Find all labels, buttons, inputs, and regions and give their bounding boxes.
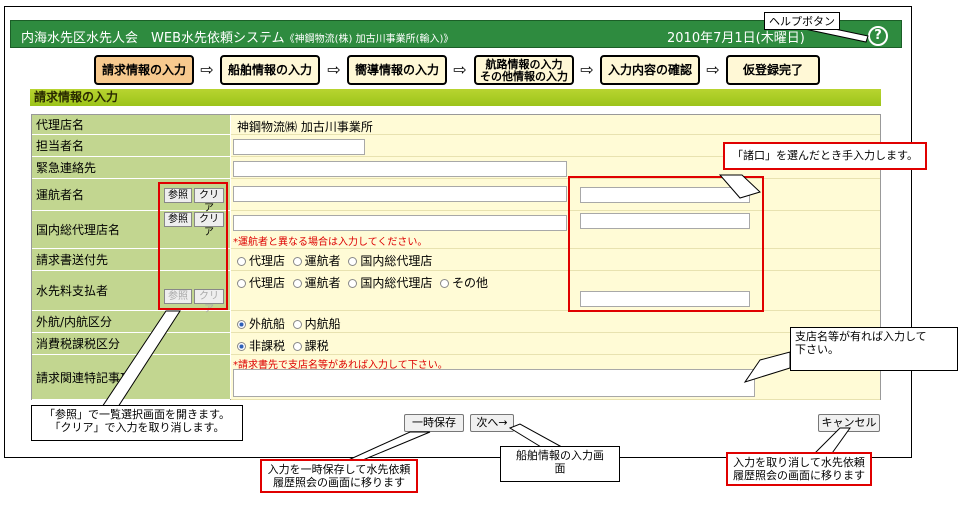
save-draft-button[interactable]: 一時保存 [404,414,464,432]
ref-clear-callout: 「参照」で一覧選択画面を開きます。 「クリア」で入力を取り消します。 [31,405,243,441]
arrow-right-icon: ⇨ [706,60,720,79]
step-complete: 仮登録完了 [726,55,820,85]
payer-radio-operator[interactable] [292,279,302,288]
row-remarks: 請求関連特記事項 *請求書先で支店名等があれば入力して下さい。 [32,355,880,400]
row-tax: 消費税課税区分 非課税 課税 [32,333,880,355]
contact-label: 緊急連絡先 [32,157,230,179]
row-route-type: 外航/内航区分 外航船 内航船 [32,311,880,333]
invoice-radio-domestic[interactable] [348,257,358,266]
route-radio-domestic[interactable] [292,320,302,329]
step-route: 航路情報の入力 その他情報の入力 [474,55,574,85]
tax-radio-taxable[interactable] [292,342,302,351]
ref-clear-highlight [158,182,228,310]
save-callout: 入力を一時保存して水先依頼 履歴照会の画面に移ります [260,459,418,493]
step-billing: 請求情報の入力 [94,55,194,85]
remarks-label: 請求関連特記事項 [32,355,230,400]
invoice-radio-operator[interactable] [292,257,302,266]
help-callout: ヘルプボタン [764,12,840,30]
step-confirm: 入力内容の確認 [600,55,700,85]
question-mark-icon[interactable]: ? [868,26,888,46]
payer-radio-other[interactable] [439,279,449,288]
step-ship: 船舶情報の入力 [220,55,320,85]
branch-callout: 支店名等が有れば入力して 下さい。 [790,327,958,371]
step-guidance: 嚮導情報の入力 [347,55,447,85]
tax-label: 消費税課税区分 [32,333,230,355]
row-agent: 代理店名 神鋼物流㈱ 加古川事業所 [32,115,880,135]
arrow-right-icon: ⇨ [453,60,467,79]
remarks-textarea[interactable] [233,369,755,397]
arrow-right-icon: ⇨ [580,60,594,79]
app-title: 内海水先区水先人会 WEB水先依頼システム《神鋼物流(株) 加古川事業所(輸入)… [21,31,454,46]
next-callout: 船舶情報の入力画面 [500,446,620,482]
route-radio-foreign[interactable] [237,320,246,329]
cancel-callout: 入力を取り消して水先依頼 履歴照会の画面に移ります [726,452,872,486]
operator-select[interactable] [233,186,567,202]
invoice-radio-agent[interactable] [237,257,246,266]
next-button[interactable]: 次へ→ [470,414,514,432]
person-label: 担当者名 [32,135,230,157]
contact-input[interactable] [233,161,567,177]
manual-input-callout: 「諸口」を選んだとき手入力します。 [723,142,927,170]
payer-radio-agent[interactable] [237,279,246,288]
tax-radio-exempt[interactable] [237,342,246,351]
route-type-label: 外航/内航区分 [32,311,230,333]
payer-radio-domestic[interactable] [348,279,358,288]
section-title: 請求情報の入力 [30,89,881,106]
cancel-button[interactable]: キャンセル [818,414,880,432]
domestic-agent-select[interactable] [233,215,567,231]
agent-label: 代理店名 [32,115,230,135]
agent-value: 神鋼物流㈱ 加古川事業所 [237,120,373,134]
arrow-right-icon: ⇨ [327,60,341,79]
domestic-agent-note: *運航者と異なる場合は入力してください。 [233,237,428,248]
arrow-right-icon: ⇨ [200,60,214,79]
manual-input-highlight [568,176,764,312]
person-input[interactable] [233,139,365,155]
